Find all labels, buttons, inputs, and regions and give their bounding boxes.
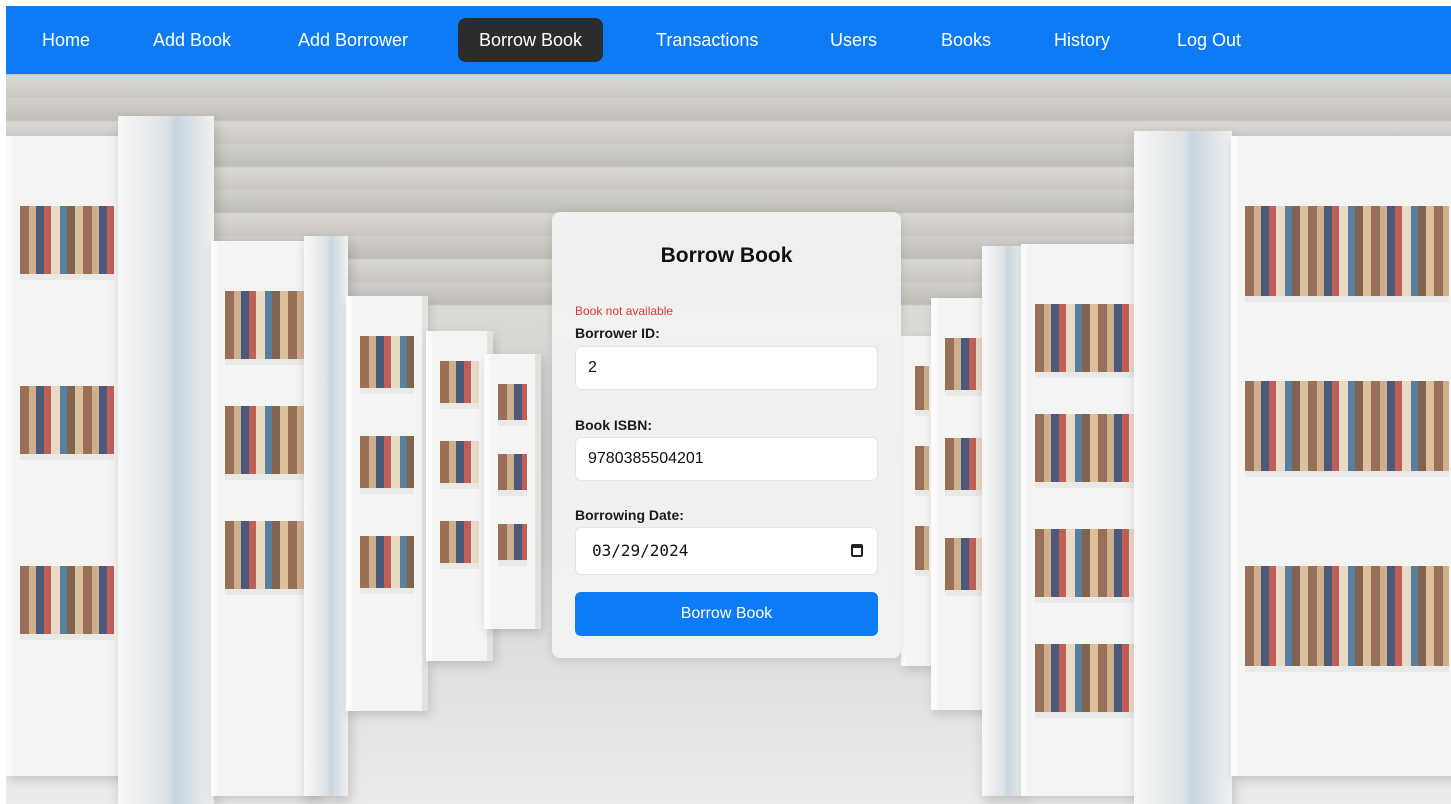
books xyxy=(20,386,114,460)
books xyxy=(915,446,929,496)
form-title: Borrow Book xyxy=(660,244,793,267)
books xyxy=(498,524,527,566)
nav-home[interactable]: Home xyxy=(21,18,111,62)
books xyxy=(20,566,114,640)
books xyxy=(498,384,527,426)
bookshelf xyxy=(346,296,428,711)
bookshelf xyxy=(211,241,318,796)
books xyxy=(225,406,304,480)
nav-history[interactable]: History xyxy=(1033,18,1131,62)
books xyxy=(225,291,304,365)
books xyxy=(440,441,479,489)
books xyxy=(1245,206,1449,302)
borrower-id-label: Borrower ID: xyxy=(575,325,660,341)
nav-add-book[interactable]: Add Book xyxy=(132,18,252,62)
error-message: Book not available xyxy=(575,304,674,318)
nav-log-out[interactable]: Log Out xyxy=(1156,18,1262,62)
bookshelf xyxy=(484,354,541,629)
borrow-book-form: Borrow Book Book not available Borrower … xyxy=(552,212,901,658)
top-navbar: Home Add Book Add Borrower Borrow Book T… xyxy=(6,6,1451,74)
books xyxy=(1245,381,1449,477)
shelf-end-panel xyxy=(304,236,348,796)
bookshelf xyxy=(426,331,493,661)
books xyxy=(498,454,527,496)
nav-add-borrower[interactable]: Add Borrower xyxy=(277,18,429,62)
books xyxy=(1035,644,1134,718)
nav-transactions[interactable]: Transactions xyxy=(635,18,779,62)
nav-users[interactable]: Users xyxy=(809,18,898,62)
books xyxy=(1245,566,1449,672)
books xyxy=(360,336,414,394)
books xyxy=(20,206,114,280)
book-isbn-input[interactable]: 9780385504201 xyxy=(575,437,878,481)
bookshelf xyxy=(1231,136,1451,776)
books xyxy=(1035,414,1134,488)
books xyxy=(915,526,929,576)
books xyxy=(945,438,984,496)
shelf-end-panel xyxy=(118,116,214,804)
books xyxy=(440,361,479,409)
nav-books[interactable]: Books xyxy=(920,18,1012,62)
shelf-end-panel xyxy=(982,246,1024,796)
shelf-end-panel xyxy=(1134,131,1232,804)
books xyxy=(1035,304,1134,378)
nav-borrow-book[interactable]: Borrow Book xyxy=(458,18,604,62)
books xyxy=(945,338,984,396)
books xyxy=(440,521,479,569)
bookshelf xyxy=(6,136,128,776)
books xyxy=(1035,529,1134,603)
borrow-book-button[interactable]: Borrow Book xyxy=(575,592,878,636)
books xyxy=(945,538,984,596)
book-isbn-label: Book ISBN: xyxy=(575,417,652,433)
borrower-id-input[interactable]: 2 xyxy=(575,346,878,390)
borrowing-date-value: 03/29/2024 xyxy=(592,541,689,560)
page: Home Add Book Add Borrower Borrow Book T… xyxy=(6,6,1451,804)
calendar-icon[interactable] xyxy=(851,544,863,557)
borrowing-date-label: Borrowing Date: xyxy=(575,507,684,523)
books xyxy=(915,366,929,416)
books xyxy=(360,436,414,494)
borrowing-date-input[interactable]: 03/29/2024 xyxy=(575,527,878,575)
books xyxy=(360,536,414,594)
bookshelf xyxy=(1021,244,1148,796)
books xyxy=(225,521,304,595)
